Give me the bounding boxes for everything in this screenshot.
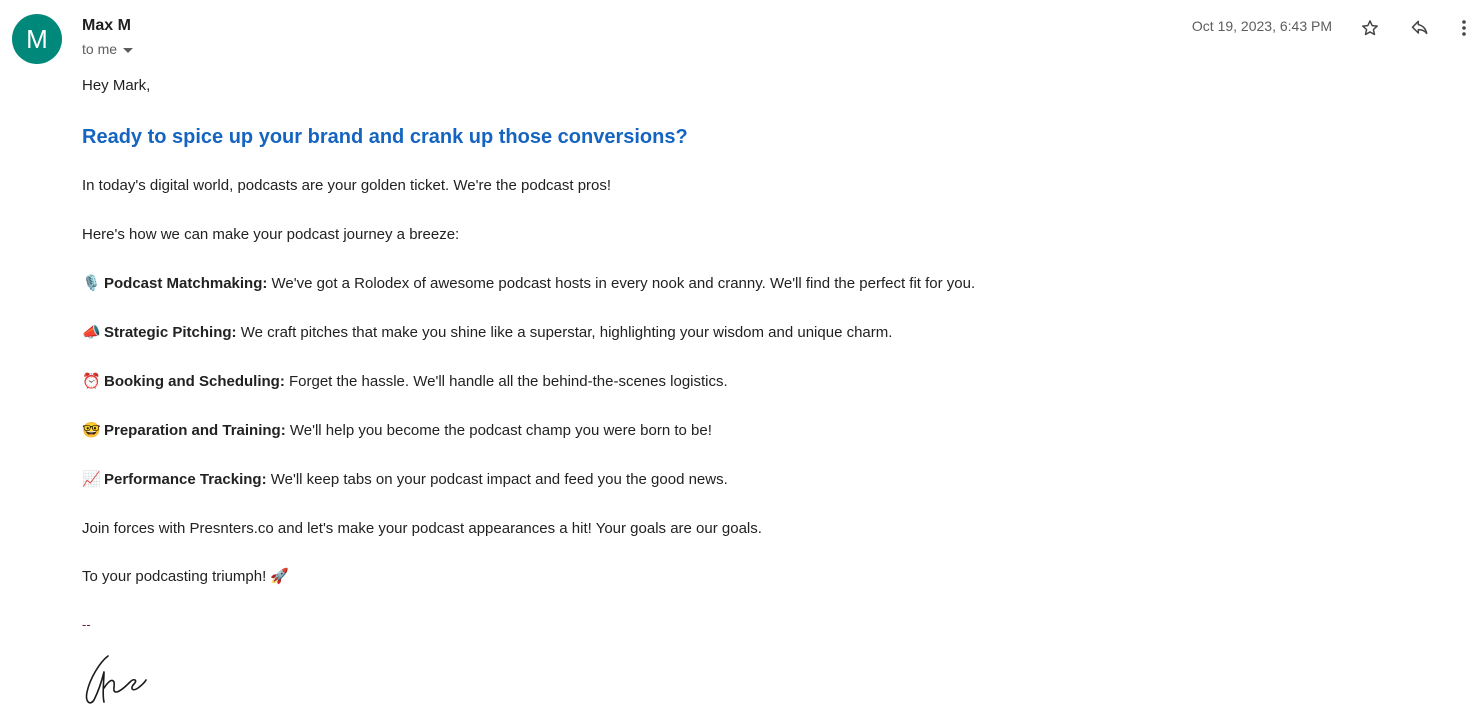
nerd-face-icon: 🤓: [82, 422, 101, 439]
feature-title: Preparation and Training:: [104, 422, 286, 439]
feature-item: 🤓 Preparation and Training: We'll help yo…: [82, 421, 1382, 441]
feature-text: We'll help you become the podcast champ …: [285, 422, 712, 439]
email-date: Oct 19, 2023, 6:43 PM: [1191, 18, 1332, 34]
avatar[interactable]: M: [12, 14, 62, 64]
chart-increasing-icon: 📈: [82, 471, 101, 488]
recipients-label: to me: [82, 41, 118, 57]
megaphone-icon: 📣: [82, 324, 101, 341]
chevron-down-icon[interactable]: [123, 47, 134, 53]
feature-title: Performance Tracking:: [104, 471, 267, 488]
feature-title: Booking and Scheduling:: [104, 373, 285, 390]
star-icon: [1362, 20, 1378, 36]
handwritten-signature: [85, 655, 147, 704]
feature-text: We've got a Rolodex of awesome podcast h…: [267, 275, 976, 292]
feature-item: 📈 Performance Tracking: We'll keep tabs o…: [82, 470, 1382, 490]
reply-button[interactable]: [1406, 14, 1434, 42]
intro-paragraph: In today's digital world, podcasts are y…: [82, 177, 612, 194]
feature-item: ⏰ Booking and Scheduling: Forget the hass…: [82, 372, 1382, 392]
sender-block: Max M to me: [82, 16, 134, 57]
more-vert-icon: [1462, 20, 1466, 36]
signature-separator: --: [82, 617, 91, 632]
greeting: Hey Mark,: [82, 77, 151, 94]
closing-paragraph: Join forces with Presnters.co and let's …: [82, 520, 762, 537]
more-options-button[interactable]: [1456, 14, 1472, 42]
microphone-icon: 🎙️: [82, 275, 101, 292]
recipients-toggle[interactable]: to me: [82, 41, 134, 57]
feature-item: 🎙️ Podcast Matchmaking: We've got a Rolod…: [82, 274, 1382, 294]
reply-icon: [1411, 20, 1428, 35]
lead-in-paragraph: Here's how we can make your podcast jour…: [82, 226, 460, 243]
feature-text: We craft pitches that make you shine lik…: [236, 324, 893, 341]
feature-title: Strategic Pitching:: [104, 324, 237, 341]
email-view: M Max M to me Oct 19, 2023, 6:43 PM Hey …: [0, 0, 1472, 706]
sender-name[interactable]: Max M: [82, 16, 133, 36]
feature-text: Forget the hassle. We'll handle all the …: [284, 373, 728, 390]
feature-item: 📣 Strategic Pitching: We craft pitches th…: [82, 323, 1382, 343]
sign-off: To your podcasting triumph! 🚀: [82, 568, 290, 585]
feature-text: We'll keep tabs on your podcast impact a…: [266, 471, 728, 488]
feature-title: Podcast Matchmaking:: [104, 275, 268, 292]
alarm-clock-icon: ⏰: [82, 373, 101, 390]
email-body: Hey Mark, Ready to spice up your brand a…: [82, 76, 1382, 633]
star-button[interactable]: [1356, 14, 1384, 42]
avatar-letter: M: [26, 23, 48, 54]
email-headline: Ready to spice up your brand and crank u…: [82, 126, 688, 148]
